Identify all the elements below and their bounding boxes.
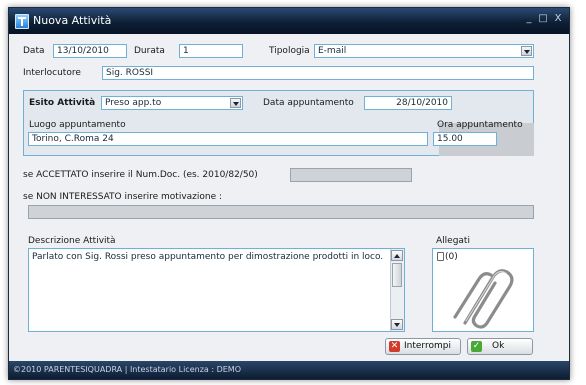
allegati-box[interactable]: (0) — [432, 248, 534, 332]
motivazione-field[interactable] — [28, 205, 534, 219]
accettato-label: se ACCETTATO inserire il Num.Doc. (es. 2… — [23, 170, 258, 180]
scroll-down-button[interactable] — [391, 319, 403, 330]
chevron-down-icon[interactable] — [230, 98, 241, 108]
descrizione-label: Descrizione Attività — [28, 236, 116, 246]
paperclip-icon — [453, 269, 514, 329]
data-label: Data — [23, 46, 45, 56]
durata-label: Durata — [134, 46, 165, 56]
allegati-count: (0) — [445, 252, 458, 262]
luogo-field[interactable]: Torino, C.Roma 24 — [28, 132, 428, 146]
title-bar[interactable]: Nuova Attività _ □ X — [9, 8, 569, 34]
luogo-label: Luogo appuntamento — [29, 120, 126, 130]
attachment-file-icon — [437, 252, 444, 261]
cancel-icon: ✕ — [389, 341, 400, 352]
scroll-up-button[interactable] — [391, 250, 403, 261]
tipologia-select[interactable]: E-mail — [314, 44, 534, 58]
tipologia-label: Tipologia — [269, 46, 310, 56]
descrizione-textarea[interactable]: Parlato con Sig. Rossi preso appuntament… — [28, 248, 405, 332]
status-bar: ©2010 PARENTESIQUADRA | Intestatario Lic… — [9, 361, 569, 379]
maximize-button[interactable]: □ — [536, 13, 550, 24]
ora-label: Ora appuntamento — [437, 120, 523, 130]
tipologia-value: E-mail — [318, 46, 347, 56]
chevron-down-icon[interactable] — [521, 46, 532, 56]
ok-button[interactable]: ✓ Ok — [467, 338, 533, 355]
esito-label: Esito Attività — [29, 98, 96, 108]
window-title: Nuova Attività — [33, 14, 112, 27]
ora-field[interactable]: 15.00 — [433, 132, 497, 146]
ok-label: Ok — [492, 341, 505, 351]
status-text: ©2010 PARENTESIQUADRA | Intestatario Lic… — [13, 365, 241, 374]
allegati-label: Allegati — [436, 236, 470, 246]
data-appuntamento-label: Data appuntamento — [263, 98, 354, 108]
checkmark-icon: ✓ — [471, 341, 482, 352]
scroll-thumb[interactable] — [392, 263, 402, 287]
interlocutore-field[interactable]: Sig. ROSSI — [102, 66, 534, 80]
close-button[interactable]: X — [551, 13, 565, 24]
interlocutore-label: Interlocutore — [23, 68, 81, 78]
esito-select[interactable]: Preso app.to — [101, 96, 243, 110]
dialog-window: Nuova Attività _ □ X Data 13/10/2010 Dur… — [8, 7, 570, 380]
interrompi-label: Interrompi — [404, 341, 451, 351]
descrizione-text: Parlato con Sig. Rossi preso appuntament… — [32, 252, 384, 262]
non-interessato-label: se NON INTERESSATO inserire motivazione … — [23, 192, 223, 202]
data-field[interactable]: 13/10/2010 — [53, 44, 127, 58]
num-doc-field[interactable] — [290, 168, 412, 182]
descrizione-scrollbar[interactable] — [390, 249, 404, 331]
durata-field[interactable]: 1 — [179, 44, 243, 58]
data-appuntamento-field[interactable]: 28/10/2010 — [364, 96, 452, 110]
interrompi-button[interactable]: ✕ Interrompi — [385, 338, 461, 355]
esito-value: Preso app.to — [105, 98, 162, 108]
app-icon — [15, 14, 29, 29]
minimize-button[interactable]: _ — [522, 13, 536, 24]
